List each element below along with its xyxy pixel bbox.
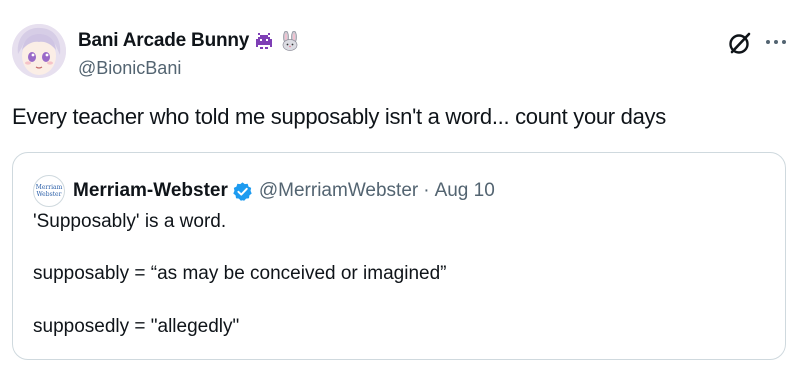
grok-icon[interactable] xyxy=(727,30,753,56)
separator-dot: · xyxy=(423,180,430,201)
quoted-text-line: 'Supposably' is a word. xyxy=(33,211,227,232)
rabbit-icon xyxy=(282,31,298,51)
quoted-tweet-header: Merriam Webster Merriam-Webster @Merriam… xyxy=(33,175,495,207)
more-dots-icon[interactable] xyxy=(763,31,789,53)
quoted-author-avatar[interactable]: Merriam Webster xyxy=(33,175,65,207)
author-avatar[interactable] xyxy=(12,24,66,78)
avatar-logo-line-1: Merriam xyxy=(35,184,63,191)
quoted-text-line: supposably = “as may be conceived or ima… xyxy=(33,263,447,284)
quoted-date[interactable]: Aug 10 xyxy=(435,180,495,202)
quoted-display-name[interactable]: Merriam-Webster xyxy=(73,180,228,202)
space-invader-icon xyxy=(256,33,273,49)
quoted-handle[interactable]: @MerriamWebster xyxy=(259,180,418,202)
quoted-tweet-card[interactable]: Merriam Webster Merriam-Webster @Merriam… xyxy=(12,152,786,360)
author-display-name[interactable]: Bani Arcade Bunny xyxy=(78,30,249,52)
author-name-row[interactable]: Bani Arcade Bunny xyxy=(78,30,301,52)
avatar-logo-line-2: Webster xyxy=(36,191,62,198)
tweet-text: Every teacher who told me supposably isn… xyxy=(12,104,666,129)
verified-badge-icon xyxy=(233,181,252,201)
anime-avatar-icon xyxy=(12,24,66,78)
author-handle[interactable]: @BionicBani xyxy=(78,58,181,79)
quoted-text-line: supposedly = "allegedly" xyxy=(33,316,240,337)
